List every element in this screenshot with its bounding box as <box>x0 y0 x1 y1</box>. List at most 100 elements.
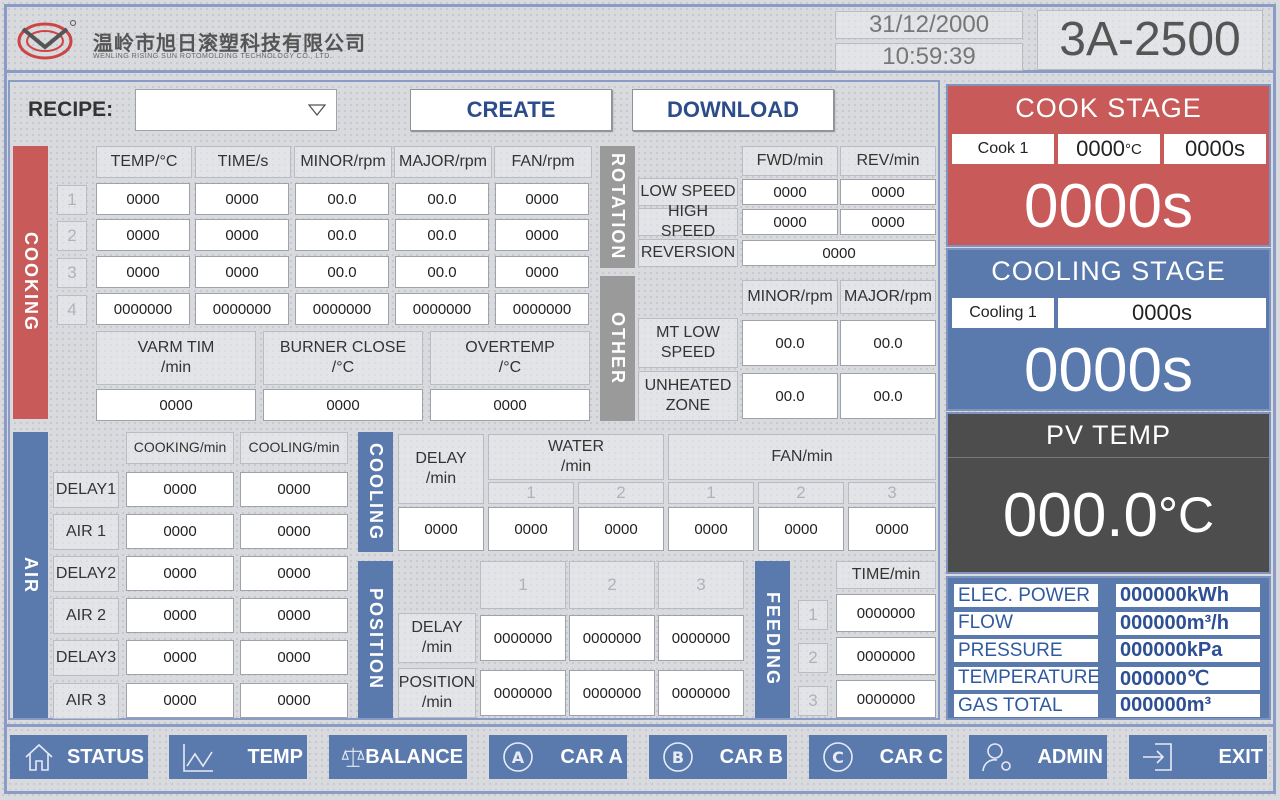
nav-temp-button[interactable]: TEMP <box>169 735 307 779</box>
reversion-input[interactable]: 0000 <box>742 240 936 266</box>
cooking-row-2-col-3-input[interactable]: 00.0 <box>295 219 389 251</box>
cooling-delay-label: DELAY/min <box>398 434 484 504</box>
fan-1-input[interactable]: 0000 <box>668 507 754 551</box>
recipe-select[interactable] <box>135 89 337 131</box>
feeding-row-1-input[interactable]: 0000000 <box>836 594 936 632</box>
air-row-3-label: DELAY2 <box>53 556 119 592</box>
warm-time-label: VARM TIM/min <box>96 331 256 385</box>
air-row-6-cooling-input[interactable]: 0000 <box>240 683 348 718</box>
high-speed-rev-input[interactable]: 0000 <box>840 209 936 235</box>
cooking-row-1-col-2-input[interactable]: 0000 <box>195 183 289 215</box>
feeding-row-1-number: 1 <box>798 600 828 630</box>
unheated-zone-label: UNHEATED ZONE <box>638 371 738 421</box>
air-tab: AIR <box>13 432 48 718</box>
position-tab: POSITION <box>358 561 393 718</box>
low-speed-rev-input[interactable]: 0000 <box>840 179 936 205</box>
cooking-row-4-col-3-input[interactable]: 0000000 <box>295 293 389 325</box>
feeding-time-header: TIME/min <box>836 561 936 589</box>
air-row-6-cooking-input[interactable]: 0000 <box>126 683 234 718</box>
nav-exit-button[interactable]: EXIT <box>1129 735 1267 779</box>
stat-4-label: TEMPERATURE <box>954 666 1100 690</box>
nav-balance-button[interactable]: BALANCE <box>329 735 467 779</box>
nav-car-a-button[interactable]: A CAR A <box>489 735 627 779</box>
cooking-row-2-col-1-input[interactable]: 0000 <box>96 219 190 251</box>
cooking-row-3-col-1-input[interactable]: 0000 <box>96 256 190 288</box>
position-pos-1-input[interactable]: 0000000 <box>480 670 566 716</box>
download-button[interactable]: DOWNLOAD <box>632 89 834 131</box>
air-row-2-cooking-input[interactable]: 0000 <box>126 514 234 549</box>
cooking-row-3-col-5-input[interactable]: 0000 <box>495 256 589 288</box>
fan-3-input[interactable]: 0000 <box>848 507 936 551</box>
stat-1-label: ELEC. POWER <box>954 584 1098 607</box>
recipe-label: RECIPE: <box>28 98 114 121</box>
cooking-row-3-number: 3 <box>57 258 87 288</box>
high-speed-fwd-input[interactable]: 0000 <box>742 209 838 235</box>
air-row-1-cooking-input[interactable]: 0000 <box>126 472 234 507</box>
cooking-row-1-col-4-input[interactable]: 00.0 <box>395 183 489 215</box>
water-2-input[interactable]: 0000 <box>578 507 664 551</box>
position-delay-3-input[interactable]: 0000000 <box>658 615 744 661</box>
cooking-row-4-col-1-input[interactable]: 0000000 <box>96 293 190 325</box>
air-row-3-cooling-input[interactable]: 0000 <box>240 556 348 591</box>
chevron-down-icon <box>308 104 326 116</box>
fan-2-input[interactable]: 0000 <box>758 507 844 551</box>
cooking-row-1-col-1-input[interactable]: 0000 <box>96 183 190 215</box>
low-speed-fwd-input[interactable]: 0000 <box>742 179 838 205</box>
cooking-row-1-col-5-input[interactable]: 0000 <box>495 183 589 215</box>
nav-car-c-button[interactable]: C CAR C <box>809 735 947 779</box>
cooking-row-2-col-5-input[interactable]: 0000 <box>495 219 589 251</box>
fan-col-1: 1 <box>668 482 754 504</box>
overtemp-input[interactable]: 0000 <box>430 389 590 421</box>
air-row-5-cooking-input[interactable]: 0000 <box>126 640 234 675</box>
cooking-row-2-col-4-input[interactable]: 00.0 <box>395 219 489 251</box>
cooking-row-1-col-3-input[interactable]: 00.0 <box>295 183 389 215</box>
time-display: 10:59:39 <box>835 43 1023 71</box>
create-button[interactable]: CREATE <box>410 89 612 131</box>
cooking-row-3-col-3-input[interactable]: 00.0 <box>295 256 389 288</box>
mt-low-major-input[interactable]: 00.0 <box>840 320 936 366</box>
air-row-1-label: DELAY1 <box>53 472 119 508</box>
cooking-row-4-col-5-input[interactable]: 0000000 <box>495 293 589 325</box>
cooling-delay-input[interactable]: 0000 <box>398 507 484 551</box>
air-row-2-cooling-input[interactable]: 0000 <box>240 514 348 549</box>
cooking-row-2-col-2-input[interactable]: 0000 <box>195 219 289 251</box>
position-delay-1-input[interactable]: 0000000 <box>480 615 566 661</box>
svg-text:C: C <box>832 748 844 767</box>
position-pos-3-input[interactable]: 0000000 <box>658 670 744 716</box>
water-1-input[interactable]: 0000 <box>488 507 574 551</box>
air-row-4-cooking-input[interactable]: 0000 <box>126 598 234 633</box>
position-pos-label: POSITION/min <box>398 668 476 718</box>
position-pos-2-input[interactable]: 0000000 <box>569 670 655 716</box>
date-display: 31/12/2000 <box>835 11 1023 39</box>
air-row-1-cooling-input[interactable]: 0000 <box>240 472 348 507</box>
feeding-row-2-input[interactable]: 0000000 <box>836 637 936 675</box>
user-gear-icon <box>982 743 1011 772</box>
mt-low-speed-label: MT LOW SPEED <box>638 318 738 368</box>
mt-low-minor-input[interactable]: 00.0 <box>742 320 838 366</box>
model-display: 3A-2500 <box>1037 10 1263 70</box>
cooking-row-1-number: 1 <box>57 185 87 215</box>
air-row-3-cooking-input[interactable]: 0000 <box>126 556 234 591</box>
nav-status-button[interactable]: STATUS <box>10 735 148 779</box>
circle-b-icon: B <box>663 742 693 772</box>
high-speed-label: HIGH SPEED <box>638 203 738 240</box>
warm-time-input[interactable]: 0000 <box>96 389 256 421</box>
nav-admin-button[interactable]: ADMIN <box>969 735 1107 779</box>
feeding-row-3-input[interactable]: 0000000 <box>836 680 936 718</box>
unheated-major-input[interactable]: 00.0 <box>840 373 936 419</box>
cooking-row-4-col-2-input[interactable]: 0000000 <box>195 293 289 325</box>
burner-close-label: BURNER CLOSE/°C <box>263 331 423 385</box>
cooking-row-4-col-4-input[interactable]: 0000000 <box>395 293 489 325</box>
pv-temp-value: 000.0 °C <box>1002 480 1215 550</box>
air-row-4-cooling-input[interactable]: 0000 <box>240 598 348 633</box>
burner-close-input[interactable]: 0000 <box>263 389 423 421</box>
cooking-row-3-col-4-input[interactable]: 00.0 <box>395 256 489 288</box>
position-delay-2-input[interactable]: 0000000 <box>569 615 655 661</box>
cooking-row-3-col-2-input[interactable]: 0000 <box>195 256 289 288</box>
other-minor-header: MINOR/rpm <box>742 280 838 314</box>
nav-car-b-button[interactable]: B CAR B <box>649 735 787 779</box>
col-major-header: MAJOR/rpm <box>394 146 492 178</box>
unheated-minor-input[interactable]: 00.0 <box>742 373 838 419</box>
air-row-5-cooling-input[interactable]: 0000 <box>240 640 348 675</box>
stat-5-label: GAS TOTAL <box>954 694 1098 717</box>
